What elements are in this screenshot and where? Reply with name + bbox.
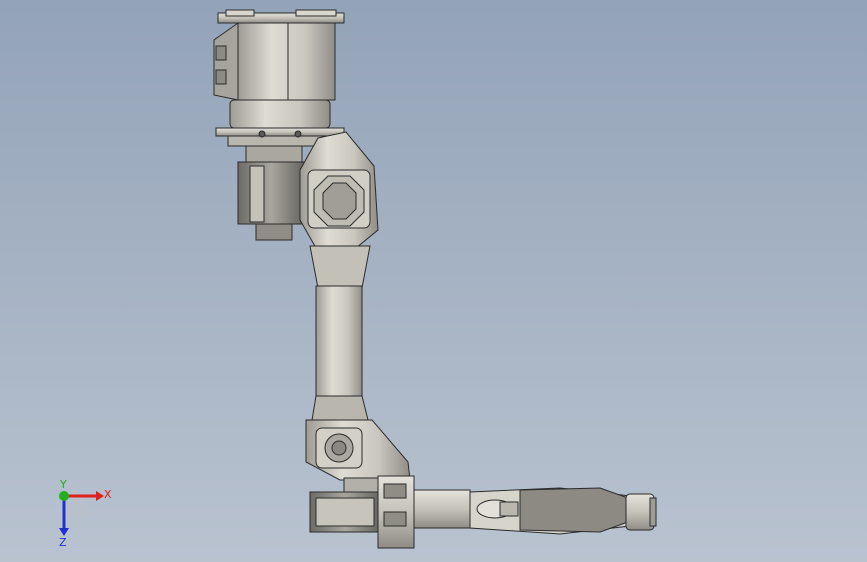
x-axis-label: X (104, 488, 112, 501)
x-axis-arrowhead (96, 491, 104, 501)
wrist-flange[interactable] (625, 493, 657, 531)
y-axis-label: Y (59, 478, 67, 491)
lower-arm-link[interactable] (309, 245, 371, 421)
elbow-joint[interactable] (305, 419, 411, 481)
cad-viewport[interactable]: X Y Z (0, 0, 867, 562)
motor-j3[interactable] (309, 475, 415, 549)
y-axis-dot (59, 491, 69, 501)
shoulder-joint[interactable] (299, 131, 379, 249)
z-axis-label: Z (59, 536, 67, 548)
axis-triad: X Y Z (59, 478, 112, 548)
robot-arm-model[interactable] (0, 0, 867, 562)
motor-j1[interactable] (237, 145, 305, 241)
robot-base[interactable] (213, 9, 345, 147)
forearm-link[interactable] (413, 487, 631, 535)
z-axis-arrowhead (59, 528, 69, 536)
